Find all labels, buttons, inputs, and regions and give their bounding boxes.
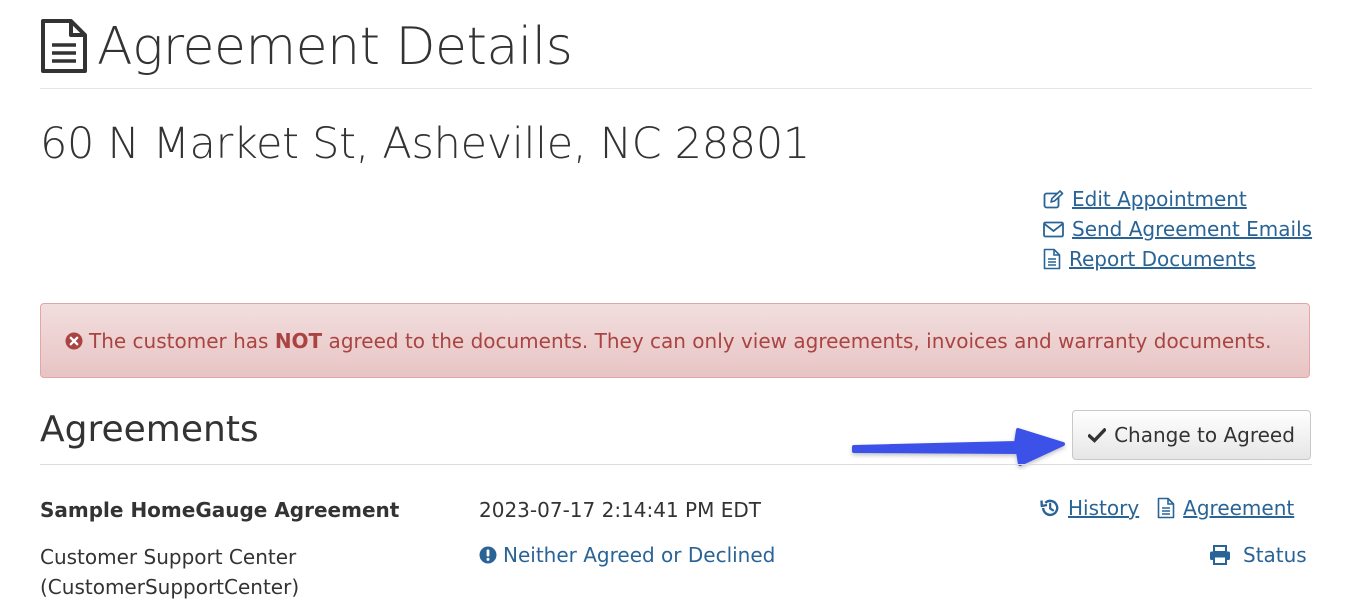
change-to-agreed-button[interactable]: Change to Agreed [1072,410,1311,460]
agreement-name: Sample HomeGauge Agreement [40,498,400,522]
edit-icon [1043,189,1064,208]
title-divider [40,88,1312,89]
agreement-link[interactable]: Agreement [1157,496,1294,520]
agreements-heading: Agreements [40,409,259,450]
document-icon [1043,248,1061,270]
company-name: Customer Support Center (CustomerSupport… [40,542,299,602]
company-line-2: (CustomerSupportCenter) [40,575,300,599]
agreement-row-links: History Agreement [1040,496,1294,520]
not-agreed-alert: The customer has NOT agreed to the docum… [40,303,1310,378]
action-links: Edit Appointment Send Agreement Emails R… [1043,184,1312,274]
report-documents-link[interactable]: Report Documents [1043,244,1312,274]
history-label[interactable]: History [1068,496,1139,520]
edit-appointment-link[interactable]: Edit Appointment [1043,184,1312,214]
document-icon [1157,497,1175,519]
document-icon [41,19,87,73]
agreement-status-label: Neither Agreed or Declined [503,543,776,567]
print-icon [1210,545,1230,565]
history-link[interactable]: History [1040,496,1139,520]
company-line-1: Customer Support Center [40,545,297,569]
property-address: 60 N Market St, Asheville, NC 28801 [40,119,810,169]
send-agreement-emails-link[interactable]: Send Agreement Emails [1043,214,1312,244]
history-icon [1040,499,1059,517]
times-circle-icon [65,332,83,349]
edit-appointment-label[interactable]: Edit Appointment [1072,184,1247,214]
agreement-label[interactable]: Agreement [1183,496,1294,520]
check-icon [1088,427,1107,443]
print-status-link[interactable]: Status [1209,543,1307,567]
alert-text-end: agreed to the documents. They can only v… [322,328,1272,353]
agreement-date: 2023-07-17 2:14:41 PM EDT [479,498,761,522]
page-title: Agreement Details [97,17,573,77]
agreements-divider [40,464,1312,465]
exclamation-circle-icon [479,546,497,564]
alert-text-bold: NOT [274,328,323,353]
change-to-agreed-label: Change to Agreed [1114,423,1295,447]
report-documents-label[interactable]: Report Documents [1069,244,1256,274]
arrow-pointer-icon [852,428,1065,466]
alert-text-start: The customer has [89,328,275,353]
agreement-status: Neither Agreed or Declined [479,543,775,567]
print-status-label: Status [1243,543,1307,567]
send-agreement-emails-label[interactable]: Send Agreement Emails [1072,214,1312,244]
envelope-icon [1043,221,1064,237]
